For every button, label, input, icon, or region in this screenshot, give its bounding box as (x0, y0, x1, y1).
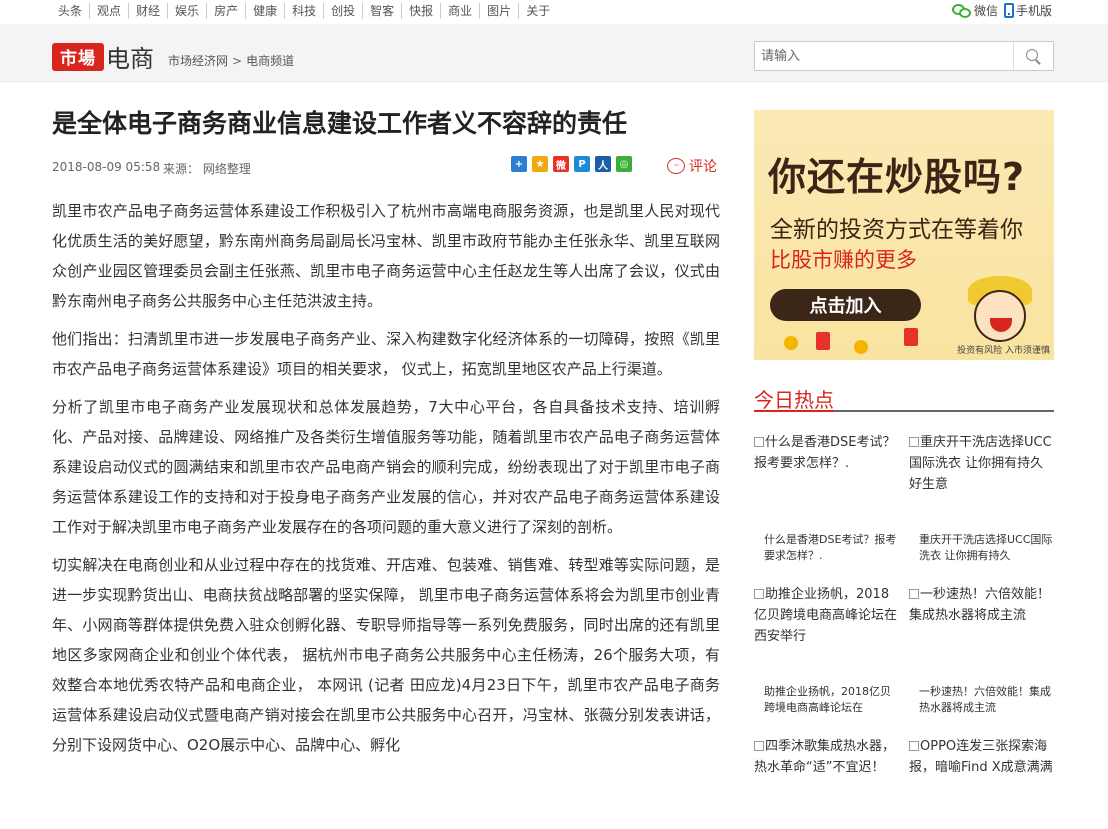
share-renren-icon[interactable]: 人 (595, 156, 611, 172)
comment-icon: ··· (667, 158, 685, 174)
topnav-item-headline[interactable]: 头条 (52, 3, 91, 19)
top-nav: 头条 观点 财经 娱乐 房产 健康 科技 创投 智客 快报 商业 图片 关于 (52, 3, 557, 19)
article-paragraph: 他们指出：扫清凯里市进一步发展电子商务产业、深入构建数字化经济体系的一切障碍，按… (52, 330, 720, 378)
hot-item-alt: OPPO连发三张探索海报，暗喻Find X成意满满 (909, 739, 1053, 775)
share-qzone-icon[interactable]: ★ (532, 156, 548, 172)
article-meta: 2018-08-09 05:58 来源： 网络整理 + ★ 微 P 人 ◎ ··· 评论 (52, 156, 720, 178)
topnav-item-opinion[interactable]: 观点 (90, 3, 130, 19)
site-logo[interactable]: 市場 电商 (52, 39, 154, 74)
share-wechat-icon[interactable]: ◎ (616, 156, 632, 172)
mobile-label: 手机版 (1015, 4, 1052, 18)
hot-item-image: 助推企业扬帆，2018亿贝跨境电商高峰论坛在西安举行 (754, 584, 900, 684)
ad-risk-note: 投资有风险 入市须谨慎 (957, 346, 1050, 356)
share-bar: + ★ 微 P 人 ◎ (511, 156, 637, 172)
breadcrumb-home[interactable]: 市场经济网 (168, 52, 228, 69)
article-source: 来源： 网络整理 (163, 162, 251, 176)
search-icon (1026, 48, 1041, 65)
topnav-item-zhike[interactable]: 智客 (363, 3, 403, 19)
site-header: 市場 电商 市场经济网 > 电商频道 (0, 24, 1108, 82)
wechat-icon (951, 3, 972, 19)
topnav-item-entertainment[interactable]: 娱乐 (168, 3, 208, 19)
topnav-item-business[interactable]: 商业 (441, 3, 481, 19)
broken-image-icon (909, 589, 919, 599)
logo-word: 电商 (106, 45, 154, 73)
red-envelope-icon (904, 328, 918, 346)
article: 是全体电子商务商业信息建设工作者义不容辞的责任 2018-08-09 05:58… (52, 106, 720, 768)
coin-icon (784, 336, 798, 350)
article-paragraph: 切实解决在电商创业和从业过程中存在的找货难、开店难、包装难、销售难、转型难等实际… (52, 556, 720, 754)
hot-item-caption: 助推企业扬帆，2018亿贝跨境电商高峰论坛在 (764, 685, 891, 714)
hot-item-alt: 四季沐歌集成热水器，热水革命“适”不宜迟！ (754, 739, 896, 775)
logo-badge: 市場 (52, 42, 104, 71)
hot-item-image: 一秒速热！六倍效能！集成热水器将成主流 (909, 584, 1055, 684)
hot-item-image: 什么是香港DSE考试？报考要求怎样？. (754, 432, 900, 532)
hot-item[interactable]: 什么是香港DSE考试？报考要求怎样？. 什么是香港DSE考试？报考要求怎样？. (754, 432, 900, 564)
hot-item-alt: 一秒速热！六倍效能！集成热水器将成主流 (909, 587, 1051, 623)
article-date: 2018-08-09 05:58 (52, 160, 161, 174)
stock-ad-banner[interactable]: 你还在炒股吗? 全新的投资方式在等着你 比股市赚的更多 点击加入 投资有风险 入… (754, 110, 1054, 360)
article-title: 是全体电子商务商业信息建设工作者义不容辞的责任 (52, 109, 628, 138)
hot-title-text: 今日热点 (754, 388, 834, 412)
hot-item-caption: 一秒速热！六倍效能！集成热水器将成主流 (919, 685, 1051, 714)
topnav-item-tech[interactable]: 科技 (285, 3, 325, 19)
topnav-item-pictures[interactable]: 图片 (480, 3, 520, 19)
share-tqq-icon[interactable]: P (574, 156, 590, 172)
hot-item[interactable]: 重庆开干洗店选择UCC国际洗衣 让你拥有持久好生意 重庆开干洗店选择UCC国际洗… (909, 432, 1055, 564)
topnav-item-express[interactable]: 快报 (402, 3, 442, 19)
comment-label: 评论 (689, 159, 717, 175)
ad-tagline: 比股市赚的更多 (770, 248, 917, 272)
breadcrumb-channel[interactable]: 电商频道 (246, 52, 294, 69)
coin-icon (854, 340, 868, 354)
article-paragraph: 分析了凯里市电子商务产业发展现状和总体发展趋势，7大中心平台，各自具备技术支持、… (52, 398, 720, 536)
search-box (754, 41, 1054, 71)
article-body: 凯里市农产品电子商务运营体系建设工作积极引入了杭州市高端电商服务资源，也是凯里人… (52, 196, 720, 760)
share-weibo-icon[interactable]: 微 (553, 156, 569, 172)
article-paragraph: 凯里市农产品电子商务运营体系建设工作积极引入了杭州市高端电商服务资源，也是凯里人… (52, 202, 720, 310)
ad-subline: 全新的投资方式在等着你 (770, 217, 1023, 243)
broken-image-icon (754, 741, 764, 751)
broken-image-icon (754, 589, 764, 599)
top-right-links: 微信 手机版 (946, 2, 1052, 19)
hot-section-title: 今日热点 (754, 384, 1054, 412)
broken-image-icon (909, 437, 919, 447)
broken-image-icon (909, 741, 919, 751)
topnav-item-finance[interactable]: 财经 (129, 3, 169, 19)
hot-item-caption: 什么是香港DSE考试？报考要求怎样？. (764, 533, 897, 562)
topnav-item-venture[interactable]: 创投 (324, 3, 364, 19)
hot-item-caption: 重庆开干洗店选择UCC国际洗衣 让你拥有持久 (919, 533, 1053, 562)
hot-item-alt: 什么是香港DSE考试？报考要求怎样？. (754, 435, 896, 471)
breadcrumb: 市场经济网 > 电商频道 (168, 52, 294, 69)
share-plus-icon[interactable]: + (511, 156, 527, 172)
broken-image-icon (754, 437, 764, 447)
hot-item-alt: 重庆开干洗店选择UCC国际洗衣 让你拥有持久好生意 (909, 435, 1052, 492)
ad-join-button[interactable]: 点击加入 (770, 289, 921, 321)
hot-item-image: 重庆开干洗店选择UCC国际洗衣 让你拥有持久好生意 (909, 432, 1055, 532)
hot-item[interactable]: OPPO连发三张探索海报，暗喻Find X成意满满 (909, 736, 1055, 804)
hot-item-alt: 助推企业扬帆，2018亿贝跨境电商高峰论坛在西安举行 (754, 587, 898, 644)
topnav-item-realestate[interactable]: 房产 (207, 3, 247, 19)
hot-item[interactable]: 助推企业扬帆，2018亿贝跨境电商高峰论坛在西安举行 助推企业扬帆，2018亿贝… (754, 584, 900, 716)
hot-item[interactable]: 一秒速热！六倍效能！集成热水器将成主流 一秒速热！六倍效能！集成热水器将成主流 (909, 584, 1055, 716)
top-bar: 头条 观点 财经 娱乐 房产 健康 科技 创投 智客 快报 商业 图片 关于 微… (0, 0, 1108, 24)
ad-headline: 你还在炒股吗? (768, 155, 1026, 199)
hot-item-image: 四季沐歌集成热水器，热水革命“适”不宜迟！ (754, 736, 900, 804)
comment-link[interactable]: ··· 评论 (667, 156, 717, 176)
mobile-link[interactable]: 手机版 (1003, 2, 1052, 19)
hot-item[interactable]: 四季沐歌集成热水器，热水革命“适”不宜迟！ (754, 736, 900, 804)
search-button[interactable] (1013, 42, 1053, 70)
phone-icon (1003, 3, 1014, 18)
red-envelope-icon (816, 332, 830, 350)
topnav-item-health[interactable]: 健康 (246, 3, 286, 19)
breadcrumb-separator: > (232, 53, 243, 68)
topnav-item-about[interactable]: 关于 (519, 3, 557, 19)
search-input[interactable] (755, 42, 1015, 70)
hot-item-image: OPPO连发三张探索海报，暗喻Find X成意满满 (909, 736, 1055, 804)
wechat-label: 微信 (973, 4, 998, 18)
wechat-link[interactable]: 微信 (951, 2, 998, 19)
